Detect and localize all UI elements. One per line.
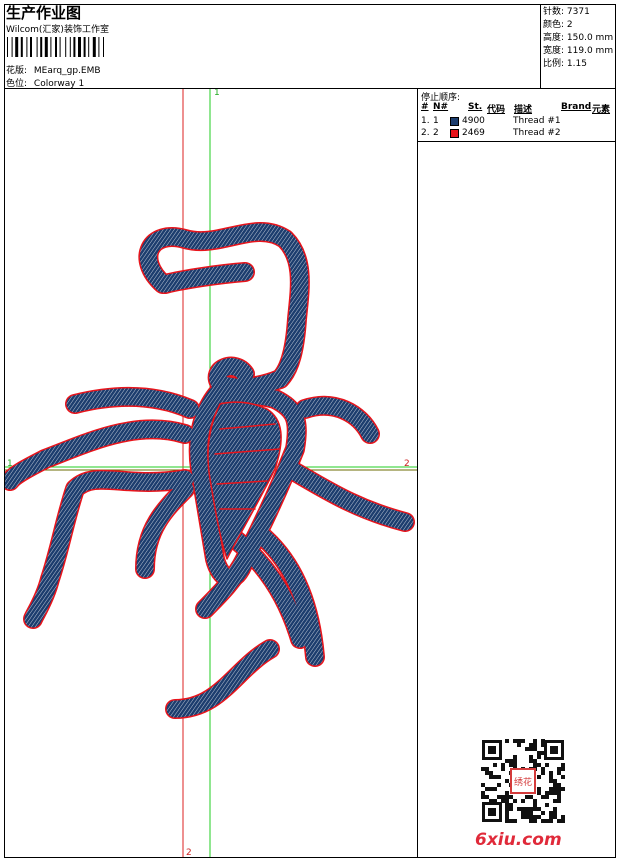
row-code: 4900 <box>462 116 485 126</box>
stat-colors: 颜色: 2 <box>543 20 573 30</box>
qr-code-icon: 绣花 <box>480 738 566 824</box>
row-code: 2469 <box>462 128 485 138</box>
stat-height: 高度: 150.0 mm <box>543 33 614 43</box>
studio-name: Wilcom(汇家)装饰工作室 <box>6 25 109 35</box>
design-value: MEarq_gp.EMB <box>33 66 101 76</box>
col-element: 元素 <box>592 105 611 115</box>
row-desc: Thread #1 <box>513 116 561 126</box>
barcode-icon <box>7 37 104 57</box>
stat-width: 宽度: 119.0 mm <box>543 46 614 56</box>
col-needle: N# <box>433 102 449 112</box>
col-hash: # <box>421 102 429 112</box>
col-desc: 描述 <box>514 105 533 115</box>
embroidery-design: 1 2 1 2 <box>5 89 417 857</box>
thread-color-swatch <box>450 117 459 126</box>
axis-label-bottom: 2 <box>186 848 192 857</box>
design-row: 花版: MEarq_gp.EMB <box>6 63 101 76</box>
stat-stitches: 针数: 7371 <box>543 7 590 17</box>
table-row[interactable]: 1. 1 4900 Thread #1 <box>421 116 616 128</box>
seal-text: 绣花 <box>514 776 532 788</box>
design-label: 花版: <box>6 66 28 76</box>
stat-scale: 比例: 1.15 <box>543 59 587 69</box>
col-brand: Brand <box>561 102 592 112</box>
col-st: St. <box>468 102 483 112</box>
row-needle: 1 <box>433 116 439 126</box>
table-row[interactable]: 2. 2 2469 Thread #2 <box>421 128 616 140</box>
page-title: 生产作业图 <box>6 4 82 22</box>
axis-label-left: 1 <box>7 459 13 469</box>
axis-label-right: 2 <box>404 459 410 469</box>
stop-sequence-divider <box>417 141 616 142</box>
col-code: 代码 <box>487 105 506 115</box>
thread-color-swatch <box>450 129 459 138</box>
row-needle: 2 <box>433 128 439 138</box>
axis-label-top: 1 <box>214 89 220 98</box>
row-index: 2. <box>421 128 430 138</box>
row-desc: Thread #2 <box>513 128 561 138</box>
stats-list: 针数: 7371 颜色: 2 高度: 150.0 mm 宽度: 119.0 mm… <box>543 6 613 71</box>
watermark-site: 6xiu.com <box>475 830 562 850</box>
row-index: 1. <box>421 116 430 126</box>
